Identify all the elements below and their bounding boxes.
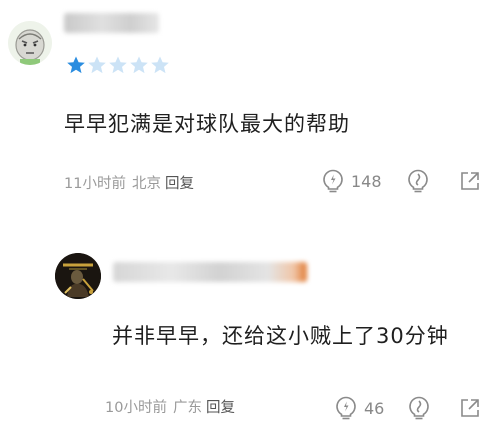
comment-location: 广东	[172, 400, 202, 416]
comment-text: 并非早早，还给这小贼上了30分钟	[112, 324, 449, 348]
rating-stars	[66, 55, 170, 75]
username-blurred[interactable]	[113, 262, 307, 282]
share-button[interactable]	[459, 170, 481, 192]
thumb-up-icon	[336, 396, 356, 420]
share-icon	[461, 399, 479, 417]
like-button[interactable]: 148	[320, 168, 382, 194]
star-empty-icon	[88, 56, 106, 74]
cartoon-face-avatar-icon	[8, 21, 52, 65]
reply-button[interactable]: 回复	[165, 176, 194, 192]
star-empty-icon	[130, 56, 148, 74]
star-empty-icon	[109, 56, 127, 74]
star-filled-icon	[67, 56, 85, 74]
like-count: 46	[364, 398, 385, 418]
comment-meta: 10小时前 广东 回复	[105, 396, 235, 417]
share-button[interactable]	[459, 397, 481, 419]
dislike-button[interactable]	[405, 168, 431, 194]
comment-meta: 11小时前 北京 回复	[64, 172, 194, 193]
dislike-button[interactable]	[406, 395, 432, 421]
star-empty-icon	[151, 56, 169, 74]
dark-figure-avatar-icon	[55, 253, 101, 299]
thumb-down-icon	[408, 169, 428, 193]
user-avatar[interactable]	[55, 253, 101, 299]
share-icon	[461, 172, 479, 190]
comment-time: 11小时前	[64, 176, 126, 192]
comment-item: 并非早早，还给这小贼上了30分钟 10小时前 广东 回复 46	[0, 225, 500, 440]
username-blurred[interactable]	[64, 13, 159, 33]
reply-button[interactable]: 回复	[206, 400, 235, 416]
like-button[interactable]: 46	[333, 395, 384, 421]
comment-location: 北京	[131, 176, 161, 192]
user-avatar[interactable]	[8, 21, 52, 65]
comment-time: 10小时前	[105, 400, 167, 416]
comment-item: 早早犯满是对球队最大的帮助 11小时前 北京 回复 148	[0, 0, 500, 215]
thumb-up-icon	[323, 169, 343, 193]
comment-text: 早早犯满是对球队最大的帮助	[64, 112, 350, 136]
like-count: 148	[351, 171, 382, 191]
thumb-down-icon	[409, 396, 429, 420]
